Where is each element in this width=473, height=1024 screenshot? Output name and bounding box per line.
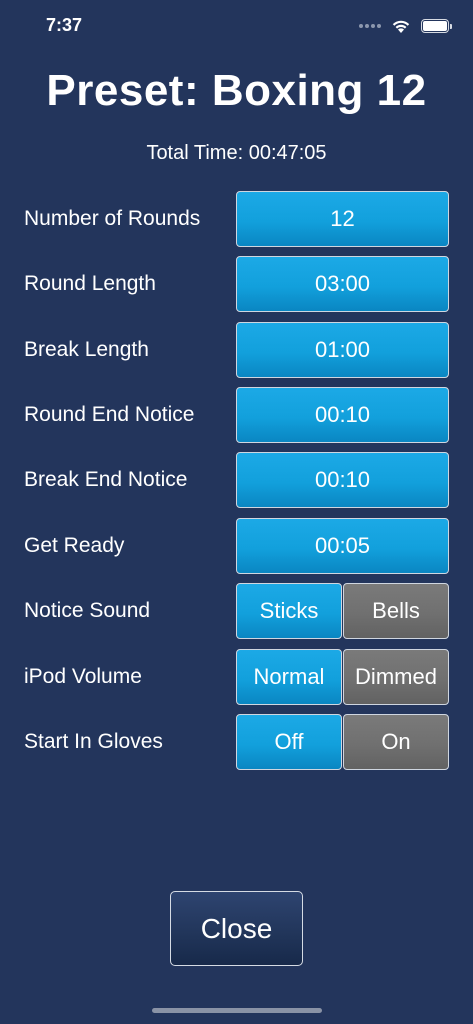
- number-of-rounds-label: Number of Rounds: [24, 207, 201, 230]
- notice-sound-sticks-option[interactable]: Sticks: [236, 583, 342, 639]
- notice-sound-bells-option[interactable]: Bells: [343, 583, 449, 639]
- round-end-notice-label: Round End Notice: [24, 403, 195, 426]
- number-of-rounds-button[interactable]: 12: [236, 191, 449, 247]
- row-break-end-notice: Break End Notice 00:10: [0, 452, 473, 508]
- start-in-gloves-label: Start In Gloves: [24, 730, 163, 753]
- row-ipod-volume: iPod Volume Normal Dimmed: [0, 649, 473, 705]
- wifi-icon: [392, 20, 410, 33]
- row-get-ready: Get Ready 00:05: [0, 518, 473, 574]
- notice-sound-label: Notice Sound: [24, 599, 151, 622]
- status-bar: 7:37: [0, 0, 473, 50]
- row-break-length: Break Length 01:00: [0, 322, 473, 378]
- get-ready-button[interactable]: 00:05: [236, 518, 449, 574]
- total-time: Total Time: 00:47:05: [146, 142, 327, 164]
- break-end-notice-button[interactable]: 00:10: [236, 452, 449, 508]
- break-end-notice-label: Break End Notice: [24, 468, 188, 491]
- row-notice-sound: Notice Sound Sticks Bells: [0, 583, 473, 639]
- break-length-label: Break Length: [24, 338, 149, 361]
- round-length-label: Round Length: [24, 272, 156, 295]
- page-title: Preset: Boxing 12: [46, 66, 427, 115]
- ipod-volume-normal-option[interactable]: Normal: [236, 649, 342, 705]
- get-ready-label: Get Ready: [24, 534, 125, 557]
- start-in-gloves-off-option[interactable]: Off: [236, 714, 342, 770]
- status-icons: [359, 15, 452, 37]
- home-indicator[interactable]: [152, 1008, 322, 1013]
- round-length-button[interactable]: 03:00: [236, 256, 449, 312]
- signal-dots-icon: [359, 24, 381, 28]
- preset-screen: 7:37 Preset: Boxing 12 Total Time: 00:47…: [0, 0, 473, 1024]
- ipod-volume-label: iPod Volume: [24, 665, 142, 688]
- row-start-in-gloves: Start In Gloves Off On: [0, 714, 473, 770]
- ipod-volume-dimmed-option[interactable]: Dimmed: [343, 649, 449, 705]
- break-length-button[interactable]: 01:00: [236, 322, 449, 378]
- close-button[interactable]: Close: [170, 891, 303, 966]
- battery-icon: [421, 19, 452, 33]
- start-in-gloves-on-option[interactable]: On: [343, 714, 449, 770]
- row-round-length: Round Length 03:00: [0, 256, 473, 312]
- round-end-notice-button[interactable]: 00:10: [236, 387, 449, 443]
- row-number-of-rounds: Number of Rounds 12: [0, 191, 473, 247]
- status-time: 7:37: [46, 15, 83, 35]
- row-round-end-notice: Round End Notice 00:10: [0, 387, 473, 443]
